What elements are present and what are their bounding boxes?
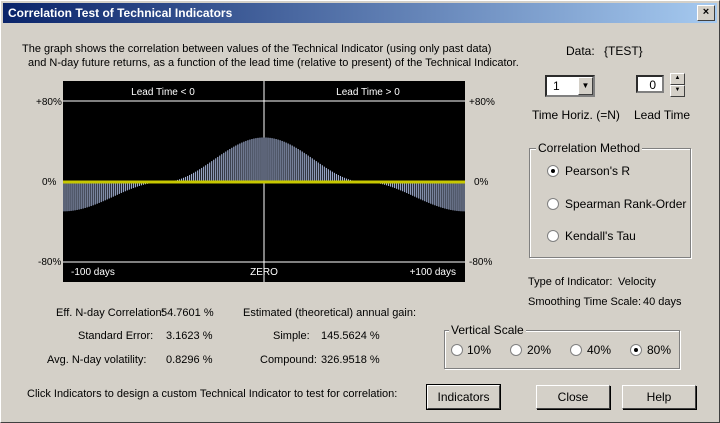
correlation-method-title: Correlation Method bbox=[536, 141, 643, 155]
correlation-graph: Lead Time < 0 Lead Time > 0 -100 days ZE… bbox=[62, 81, 466, 282]
indicator-type-value: Velocity bbox=[618, 276, 656, 288]
zero-label: ZERO bbox=[250, 267, 278, 278]
lead-time-spinner[interactable]: ▲ ▼ bbox=[670, 73, 685, 97]
scale-40-radio[interactable] bbox=[570, 344, 582, 356]
simple-gain-value: 145.5624 % bbox=[321, 330, 380, 342]
eff-correlation-label: Eff. N-day Correlation: bbox=[56, 307, 165, 319]
y-label-mid-left: 0% bbox=[42, 177, 57, 188]
standard-error-label: Standard Error: bbox=[78, 330, 154, 342]
data-label: Data: bbox=[566, 44, 595, 58]
time-horizon-select[interactable]: 1 ▼ bbox=[545, 75, 595, 97]
plus-100-days-label: +100 days bbox=[410, 267, 456, 278]
y-label-top-right: +80% bbox=[469, 97, 495, 108]
simple-gain-label: Simple: bbox=[273, 330, 310, 342]
volatility-label: Avg. N-day volatility: bbox=[47, 354, 147, 366]
kendall-radio[interactable] bbox=[547, 230, 559, 242]
footer-instruction: Click Indicators to design a custom Tech… bbox=[27, 388, 398, 400]
smoothing-scale-label: Smoothing Time Scale: bbox=[528, 296, 642, 308]
window-title: Correlation Test of Technical Indicators bbox=[8, 6, 233, 20]
y-label-bottom-left: -80% bbox=[38, 257, 62, 268]
spin-down-icon[interactable]: ▼ bbox=[670, 85, 685, 97]
chevron-down-icon[interactable]: ▼ bbox=[578, 77, 593, 95]
time-horizon-value: 1 bbox=[553, 79, 560, 93]
lead-time-label: Lead Time bbox=[634, 108, 691, 122]
scale-40-label[interactable]: 40% bbox=[587, 343, 611, 357]
scale-10-label[interactable]: 10% bbox=[467, 343, 491, 357]
indicators-button[interactable]: Indicators bbox=[426, 384, 501, 410]
annual-gain-title: Estimated (theoretical) annual gain: bbox=[243, 307, 417, 319]
vertical-scale-title: Vertical Scale bbox=[449, 323, 526, 337]
eff-correlation-value: 54.7601 % bbox=[161, 307, 214, 319]
lead-time-input[interactable]: 0 bbox=[636, 75, 664, 93]
data-value: {TEST} bbox=[604, 44, 643, 58]
spearman-label[interactable]: Spearman Rank-Order bbox=[565, 197, 686, 211]
smoothing-scale-value: 40 days bbox=[643, 296, 682, 308]
spin-up-icon[interactable]: ▲ bbox=[670, 73, 685, 85]
lead-time-negative-label: Lead Time < 0 bbox=[131, 87, 195, 98]
compound-gain-label: Compound: bbox=[260, 354, 317, 366]
scale-20-radio[interactable] bbox=[510, 344, 522, 356]
y-label-mid-right: 0% bbox=[474, 177, 489, 188]
y-label-bottom-right: -80% bbox=[469, 257, 493, 268]
title-bar[interactable]: Correlation Test of Technical Indicators… bbox=[3, 3, 717, 23]
close-button[interactable]: Close bbox=[536, 385, 610, 409]
description: The graph shows the correlation between … bbox=[22, 42, 519, 70]
standard-error-value: 3.1623 % bbox=[166, 330, 213, 342]
description-line-1: The graph shows the correlation between … bbox=[22, 43, 492, 55]
pearson-label[interactable]: Pearson's R bbox=[565, 164, 630, 178]
kendall-label[interactable]: Kendall's Tau bbox=[565, 229, 636, 243]
scale-80-label[interactable]: 80% bbox=[647, 343, 671, 357]
close-window-button[interactable]: × bbox=[697, 5, 715, 21]
lead-time-value: 0 bbox=[649, 78, 656, 92]
time-horizon-label: Time Horiz. (=N) bbox=[532, 108, 620, 122]
volatility-value: 0.8296 % bbox=[166, 354, 213, 366]
minus-100-days-label: -100 days bbox=[71, 267, 115, 278]
y-label-top-left: +80% bbox=[36, 97, 62, 108]
help-button[interactable]: Help bbox=[622, 385, 696, 409]
scale-80-radio[interactable] bbox=[630, 344, 642, 356]
scale-20-label[interactable]: 20% bbox=[527, 343, 551, 357]
indicator-type-label: Type of Indicator: bbox=[528, 276, 613, 288]
lead-time-positive-label: Lead Time > 0 bbox=[336, 87, 400, 98]
pearson-radio[interactable] bbox=[547, 165, 559, 177]
compound-gain-value: 326.9518 % bbox=[321, 354, 380, 366]
description-line-2: and N-day future returns, as a function … bbox=[28, 57, 519, 69]
scale-10-radio[interactable] bbox=[451, 344, 463, 356]
correlation-chart-svg: Lead Time < 0 Lead Time > 0 -100 days ZE… bbox=[62, 81, 466, 282]
spearman-radio[interactable] bbox=[547, 198, 559, 210]
